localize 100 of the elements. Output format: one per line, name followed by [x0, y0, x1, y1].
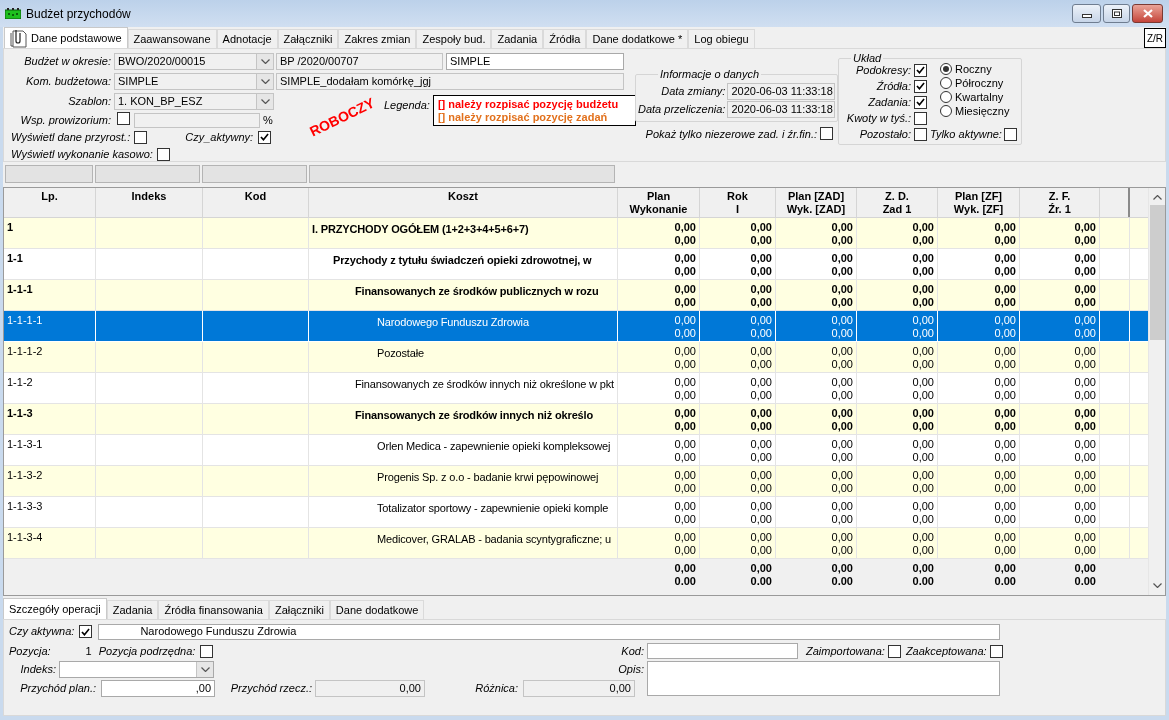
field-label: Legenda: — [384, 98, 430, 113]
minimize-button[interactable] — [1072, 4, 1101, 23]
column-header[interactable]: Z. D. Zad 1 — [857, 188, 938, 217]
filter-field[interactable] — [309, 165, 615, 183]
amount-value: 0,00 — [750, 314, 772, 327]
text-field[interactable]: Narodowego Funduszu Zdrowia — [98, 623, 1001, 640]
tab[interactable]: Log obiegu — [688, 29, 755, 48]
table-row[interactable]: 1-1-3-3 Totalizator sportowy - zapewnienie opieki komple 0,00 0,00 0,00 0,00 0,00 0,00 0,00 0,00 0,00 0,00 0,00 0,00 — [4, 497, 1148, 528]
field-label: Tylko aktywne: — [930, 126, 1002, 142]
amount-value: 0,00 — [912, 513, 934, 526]
tab[interactable]: Źródła — [543, 29, 587, 48]
vertical-scrollbar[interactable] — [1148, 188, 1165, 595]
checkbox[interactable] — [914, 63, 927, 77]
tab[interactable]: Dane podstawowe — [4, 27, 128, 48]
checkbox[interactable] — [914, 79, 927, 93]
amount-value: 0,00 — [674, 407, 696, 420]
column-header[interactable]: Plan [ZF] Wyk. [ZF] — [938, 188, 1020, 217]
checkbox[interactable] — [200, 644, 214, 658]
tab[interactable]: Dane dodatkowe — [329, 600, 425, 619]
checkbox[interactable] — [79, 625, 93, 638]
text-field[interactable]: SIMPLE — [446, 53, 624, 70]
tab[interactable]: Załączniki — [268, 600, 330, 619]
maximize-button[interactable] — [1103, 4, 1130, 23]
amount-value: 0,00 — [994, 469, 1016, 482]
field-label: Pozycja podrzędna: — [98, 643, 196, 659]
scrollbar-thumb[interactable] — [1149, 205, 1165, 340]
tab[interactable]: Dane dodatkowe * — [586, 29, 689, 48]
amount-value: 0,00 — [1074, 252, 1096, 265]
tab[interactable]: Szczegóły operacji — [3, 598, 107, 619]
amount-value: 0,00 — [912, 296, 934, 309]
column-header[interactable]: Rok I — [700, 188, 776, 217]
checkbox[interactable] — [914, 111, 927, 125]
column-header[interactable]: Z. F. Źr. 1 — [1020, 188, 1100, 217]
tab[interactable]: Załączniki — [277, 29, 339, 48]
tab[interactable]: Zadania — [106, 600, 159, 619]
table-row[interactable]: 1-1-3-2 Progenis Sp. z o.o - badanie krwi pępowinowej 0,00 0,00 0,00 0,00 0,00 0,00 0,00 0,00 0,00 0,00 0,00 0,00 — [4, 466, 1148, 497]
row-number: 1-1-3-3 — [7, 500, 44, 513]
radio-button[interactable] — [940, 63, 952, 75]
tab[interactable]: Źródła finansowania — [158, 600, 269, 619]
filter-field[interactable] — [95, 165, 200, 183]
amount-value: 0,00 — [994, 221, 1016, 234]
row-number: 1-1-3-1 — [7, 438, 44, 451]
column-header[interactable]: Koszt — [309, 188, 618, 217]
table-row[interactable]: 1-1-2 Finansowanych ze środków innych niż określone w pkt 0,00 0,00 0,00 0,00 0,00 0,00 0,00 0,00 0,00 0,00 0,00 0,00 — [4, 373, 1148, 404]
amount-value: 0,00 — [750, 265, 772, 278]
table-row[interactable]: 1-1-3-4 Medicover, GRALAB - badania scyntygraficzne; u 0,00 0,00 0,00 0,00 0,00 0,00 0,00 0,00 0,00 0,00 0,00 0,00 — [4, 528, 1148, 559]
checkbox[interactable] — [820, 127, 833, 141]
column-header[interactable]: Lp. — [4, 188, 96, 217]
table-row[interactable]: 1-1 Przychody z tytułu świadczeń opieki zdrowotnej, w 0,00 0,00 0,00 0,00 0,00 0,00 0,00 0,00 0,00 0,00 0,00 0,00 — [4, 249, 1148, 280]
checkbox[interactable] — [989, 644, 1003, 658]
checkbox[interactable] — [156, 147, 170, 161]
checkbox[interactable] — [887, 644, 901, 658]
filter-field[interactable] — [202, 165, 307, 183]
column-header[interactable]: Plan [ZAD] Wyk. [ZAD] — [776, 188, 857, 217]
close-button[interactable] — [1132, 4, 1163, 23]
column-header[interactable]: Plan Wykonanie — [618, 188, 700, 217]
amount-value: 0,00 — [1074, 500, 1096, 513]
tab[interactable]: Zaawansowane — [127, 29, 217, 48]
field-label: Zadania: — [868, 94, 911, 110]
amount-value: 0,00 — [674, 438, 696, 451]
field-label: Zaakceptowana: — [905, 643, 987, 659]
tab[interactable]: Zespoły bud. — [416, 29, 492, 48]
field-label: Kwoty w tyś.: — [846, 110, 911, 126]
amount-value: 0,00 — [1074, 469, 1096, 482]
filter-field[interactable] — [5, 165, 93, 183]
option-label: Roczny — [955, 61, 992, 77]
amount-value: 0,00 — [750, 234, 772, 247]
table-row[interactable]: 1-1-1-2 Pozostałe 0,00 0,00 0,00 0,00 0,00 0,00 0,00 0,00 0,00 0,00 0,00 0,00 — [4, 342, 1148, 373]
cost-name: I. PRZYCHODY OGÓŁEM (1+2+3+4+5+6+7) — [312, 223, 529, 236]
checkbox[interactable] — [258, 130, 272, 144]
checkbox[interactable] — [134, 130, 148, 144]
checkbox[interactable] — [914, 127, 927, 141]
amount-value: 0,00 — [912, 451, 934, 464]
table-row[interactable]: 1-1-1 Finansowanych ze środków publicznych w rozu 0,00 0,00 0,00 0,00 0,00 0,00 0,00 0,00 0,00 0,00 0,00 0,00 — [4, 280, 1148, 311]
column-header[interactable]: Kod — [203, 188, 309, 217]
amount-value: 0,00 — [831, 451, 853, 464]
checkbox[interactable] — [914, 95, 927, 109]
text-field[interactable] — [647, 643, 798, 659]
field-label: Pozostało: — [859, 126, 911, 142]
dropdown-button[interactable] — [196, 662, 213, 677]
table-row[interactable]: 1-1-3 Finansowanych ze środków innych niż określo 0,00 0,00 0,00 0,00 0,00 0,00 0,00 0,00 0,00 0,00 0,00 0,00 — [4, 404, 1148, 435]
amount-value: 0,00 — [912, 389, 934, 402]
tab[interactable]: Zakres zmian — [338, 29, 417, 48]
radio-button[interactable] — [940, 91, 952, 103]
legend-text: [] należy rozpisać pozycję budżetu — [437, 97, 620, 111]
radio-button[interactable] — [940, 77, 952, 89]
tab[interactable]: Adnotacje — [216, 29, 278, 48]
tab[interactable]: Zadania — [491, 29, 544, 48]
radio-button[interactable] — [940, 105, 952, 117]
column-header[interactable]: Indeks — [96, 188, 203, 217]
table-row[interactable]: 1 I. PRZYCHODY OGÓŁEM (1+2+3+4+5+6+7) 0,00 0,00 0,00 0,00 0,00 0,00 0,00 0,00 0,00 0,00 0,00 0,00 — [4, 218, 1148, 249]
table-row[interactable]: 1-1-3-1 Orlen Medica - zapewnienie opieki kompleksowej 0,00 0,00 0,00 0,00 0,00 0,00 0,00 0,00 0,00 0,00 0,00 0,00 — [4, 435, 1148, 466]
legend-text: [] należy rozpisać pozycję zadań — [437, 110, 609, 124]
text-field[interactable]: ,00 — [101, 680, 215, 697]
checkbox[interactable] — [1003, 127, 1017, 141]
amount-value: 0,00 — [674, 544, 696, 557]
checkbox[interactable] — [117, 111, 130, 125]
amount-value: 0,00 — [831, 562, 853, 575]
table-row[interactable]: 1-1-1-1 Narodowego Funduszu Zdrowia 0,00 0,00 0,00 0,00 0,00 0,00 0,00 0,00 0,00 0,00 0,00 0,00 — [4, 311, 1148, 342]
toggle-button[interactable]: Z/R — [1144, 28, 1166, 48]
